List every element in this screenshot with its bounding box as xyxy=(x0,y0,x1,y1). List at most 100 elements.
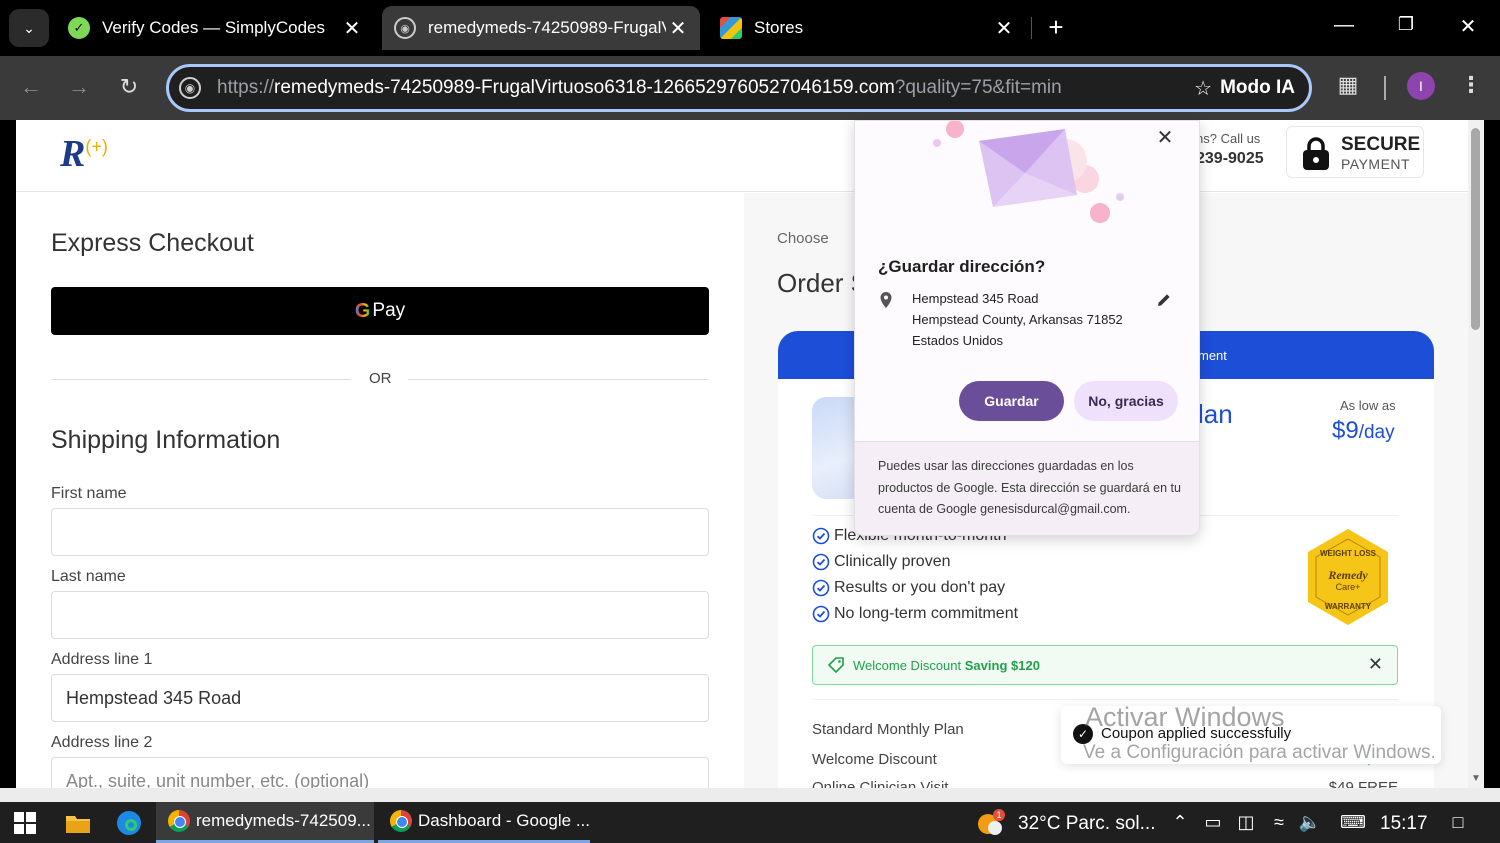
clock-time[interactable]: 15:17 xyxy=(1380,813,1428,835)
windows-start-icon[interactable] xyxy=(10,808,40,838)
restore-window-icon[interactable]: ❐ xyxy=(1386,14,1426,35)
reload-icon[interactable]: ↻ xyxy=(114,74,144,100)
badge-brand2-text: Care+ xyxy=(1336,582,1361,592)
tab-label: Verify Codes — SimplyCodes xyxy=(102,18,325,37)
close-tab-icon[interactable]: ✕ xyxy=(666,16,690,41)
taskbar-app-label: remedymeds-742509... xyxy=(196,811,371,830)
tab-stores[interactable]: Stores ✕ xyxy=(708,6,1026,50)
notifications-icon[interactable]: □ xyxy=(1444,812,1472,833)
first-name-input[interactable] xyxy=(51,508,709,556)
keyboard-icon[interactable]: ⌨ xyxy=(1336,812,1370,833)
activate-windows-hint: Ve a Configuración para activar Windows. xyxy=(1083,742,1436,763)
browser-toolbar: ← → ↻ ◉ https://remedymeds-74250989-Frug… xyxy=(0,56,1500,120)
address-line-2-label: Address line 2 xyxy=(51,734,153,751)
close-tab-icon[interactable]: ✕ xyxy=(340,16,364,41)
benefit-text: Results or you don't pay xyxy=(834,579,1006,596)
express-checkout-title: Express Checkout xyxy=(51,229,254,257)
site-header: R(+) ns? Call us 239-9025 SECURE PAYMENT xyxy=(16,120,1468,192)
browser-tab-bar: ⌄ ✓ Verify Codes — SimplyCodes ✕ ◉ remed… xyxy=(0,0,1500,56)
check-circle-icon xyxy=(812,527,830,545)
benefit-text: No long-term commitment xyxy=(834,605,1019,622)
last-name-input[interactable] xyxy=(51,591,709,639)
scroll-down-arrow-icon[interactable]: ▼ xyxy=(1471,773,1481,784)
check-circle-icon xyxy=(812,579,830,597)
back-arrow-icon[interactable]: ← xyxy=(16,74,46,100)
save-address-button[interactable]: Guardar xyxy=(959,381,1064,421)
remedymeds-logo[interactable]: R(+) xyxy=(60,132,108,176)
remove-coupon-close-icon[interactable]: ✕ xyxy=(1368,654,1383,675)
address-line-2-input[interactable]: Apt., suite, unit number, etc. (optional… xyxy=(51,757,709,788)
weather-text[interactable]: 32°C Parc. sol... xyxy=(1018,813,1155,835)
window-right-edge xyxy=(1484,120,1500,788)
close-popup-icon[interactable]: ✕ xyxy=(1153,125,1177,150)
badge-top-text: WEIGHT LOSS xyxy=(1320,549,1377,558)
last-name-label: Last name xyxy=(51,568,126,585)
or-divider-right xyxy=(408,379,709,380)
checkout-form-column: Express Checkout G Pay OR Shipping Infor… xyxy=(16,193,744,788)
address-line-1-label: Address line 1 xyxy=(51,651,153,668)
ai-mode-button[interactable]: ☆ Modo IA xyxy=(1194,73,1295,103)
extensions-puzzle-icon[interactable]: ▦ xyxy=(1333,72,1363,98)
scrollbar-thumb[interactable] xyxy=(1471,128,1480,330)
globe-favicon-icon: ◉ xyxy=(394,17,416,39)
plan-price: $9/day xyxy=(1332,417,1395,445)
file-explorer-icon[interactable] xyxy=(63,808,93,838)
edit-pencil-icon[interactable] xyxy=(1155,291,1173,309)
chrome-icon xyxy=(168,810,190,832)
summary-row-value: $49 FREE xyxy=(1328,779,1398,788)
call-us-text: ns? Call us xyxy=(1196,131,1261,146)
weather-sun-icon[interactable]: 1 xyxy=(975,808,1005,838)
menu-kebab-icon[interactable]: ⋮ xyxy=(1456,72,1486,98)
new-tab-plus-icon[interactable]: + xyxy=(1042,14,1070,42)
popup-footer: Puedes usar las direcciones guardadas en… xyxy=(855,441,1199,535)
forward-arrow-icon[interactable]: → xyxy=(64,74,94,100)
badge-bottom-text: WARRANTY xyxy=(1325,602,1372,611)
address-line: Hempstead County, Arkansas 71852 xyxy=(912,312,1123,327)
popup-footer-text: Puedes usar las direcciones guardadas en… xyxy=(878,459,1181,516)
battery-icon[interactable]: ▭ xyxy=(1201,812,1225,833)
shipping-information-title: Shipping Information xyxy=(51,426,281,454)
badge-brand-text: Remedy xyxy=(1327,568,1368,582)
url-scheme: https:// xyxy=(217,77,275,98)
benefit-item: Results or you don't pay xyxy=(812,579,1005,597)
url-text[interactable]: https://remedymeds-74250989-FrugalVirtuo… xyxy=(217,77,1062,99)
close-window-icon[interactable]: ✕ xyxy=(1448,14,1488,39)
taskbar-chrome-dashboard[interactable]: Dashboard - Google ... xyxy=(378,802,590,843)
weight-loss-warranty-badge: WEIGHT LOSS Remedy Care+ WARRANTY xyxy=(1308,529,1388,625)
benefit-item: No long-term commitment xyxy=(812,605,1018,623)
address-line: Estados Unidos xyxy=(912,333,1004,348)
price-unit: /day xyxy=(1358,422,1395,443)
windows-taskbar: remedymeds-742509... Dashboard - Google … xyxy=(0,802,1500,843)
site-info-icon[interactable]: ◉ xyxy=(179,77,201,99)
tag-icon xyxy=(827,657,844,674)
profile-avatar[interactable]: I xyxy=(1407,72,1435,100)
taskbar-chrome-remedymeds[interactable]: remedymeds-742509... xyxy=(156,802,374,843)
volume-muted-icon[interactable]: 🔈 xyxy=(1298,812,1322,833)
chrome-icon xyxy=(390,810,412,832)
tab-label: remedymeds-74250989-FrugalV xyxy=(428,18,666,37)
ai-mode-label: Modo IA xyxy=(1220,77,1295,98)
no-thanks-button[interactable]: No, gracias xyxy=(1074,381,1178,421)
breadcrumb[interactable]: Choose xyxy=(777,230,829,247)
wifi-icon[interactable]: ≈ xyxy=(1267,812,1291,833)
address-bar[interactable]: ◉ https://remedymeds-74250989-FrugalVirt… xyxy=(166,64,1312,112)
page-scrollbar[interactable]: ▼ xyxy=(1468,120,1484,788)
phone-number[interactable]: 239-9025 xyxy=(1196,150,1264,168)
check-circle-icon xyxy=(812,605,830,623)
close-tab-icon[interactable]: ✕ xyxy=(992,16,1016,41)
plan-banner-text: ment xyxy=(1198,348,1227,363)
or-divider-left xyxy=(51,379,351,380)
google-pay-button[interactable]: G Pay xyxy=(51,287,709,335)
edge-browser-icon[interactable] xyxy=(114,808,144,838)
first-name-label: First name xyxy=(51,485,127,502)
minimize-icon[interactable]: — xyxy=(1324,14,1364,37)
ai-search-sparkle-icon: ☆ xyxy=(1194,77,1213,100)
tab-simplycodes[interactable]: ✓ Verify Codes — SimplyCodes ✕ xyxy=(56,6,374,50)
tab-search-chevron-icon[interactable]: ⌄ xyxy=(9,9,49,47)
secure-text: SECURE xyxy=(1341,134,1421,155)
address-line-1-input[interactable]: Hempstead 345 Road xyxy=(51,674,709,722)
tray-chevron-up-icon[interactable]: ⌃ xyxy=(1168,812,1192,833)
device-icon[interactable]: ◫ xyxy=(1234,812,1258,833)
url-query: ?quality=75&fit=min xyxy=(894,77,1062,98)
tab-remedymeds[interactable]: ◉ remedymeds-74250989-FrugalV ✕ xyxy=(382,6,700,50)
